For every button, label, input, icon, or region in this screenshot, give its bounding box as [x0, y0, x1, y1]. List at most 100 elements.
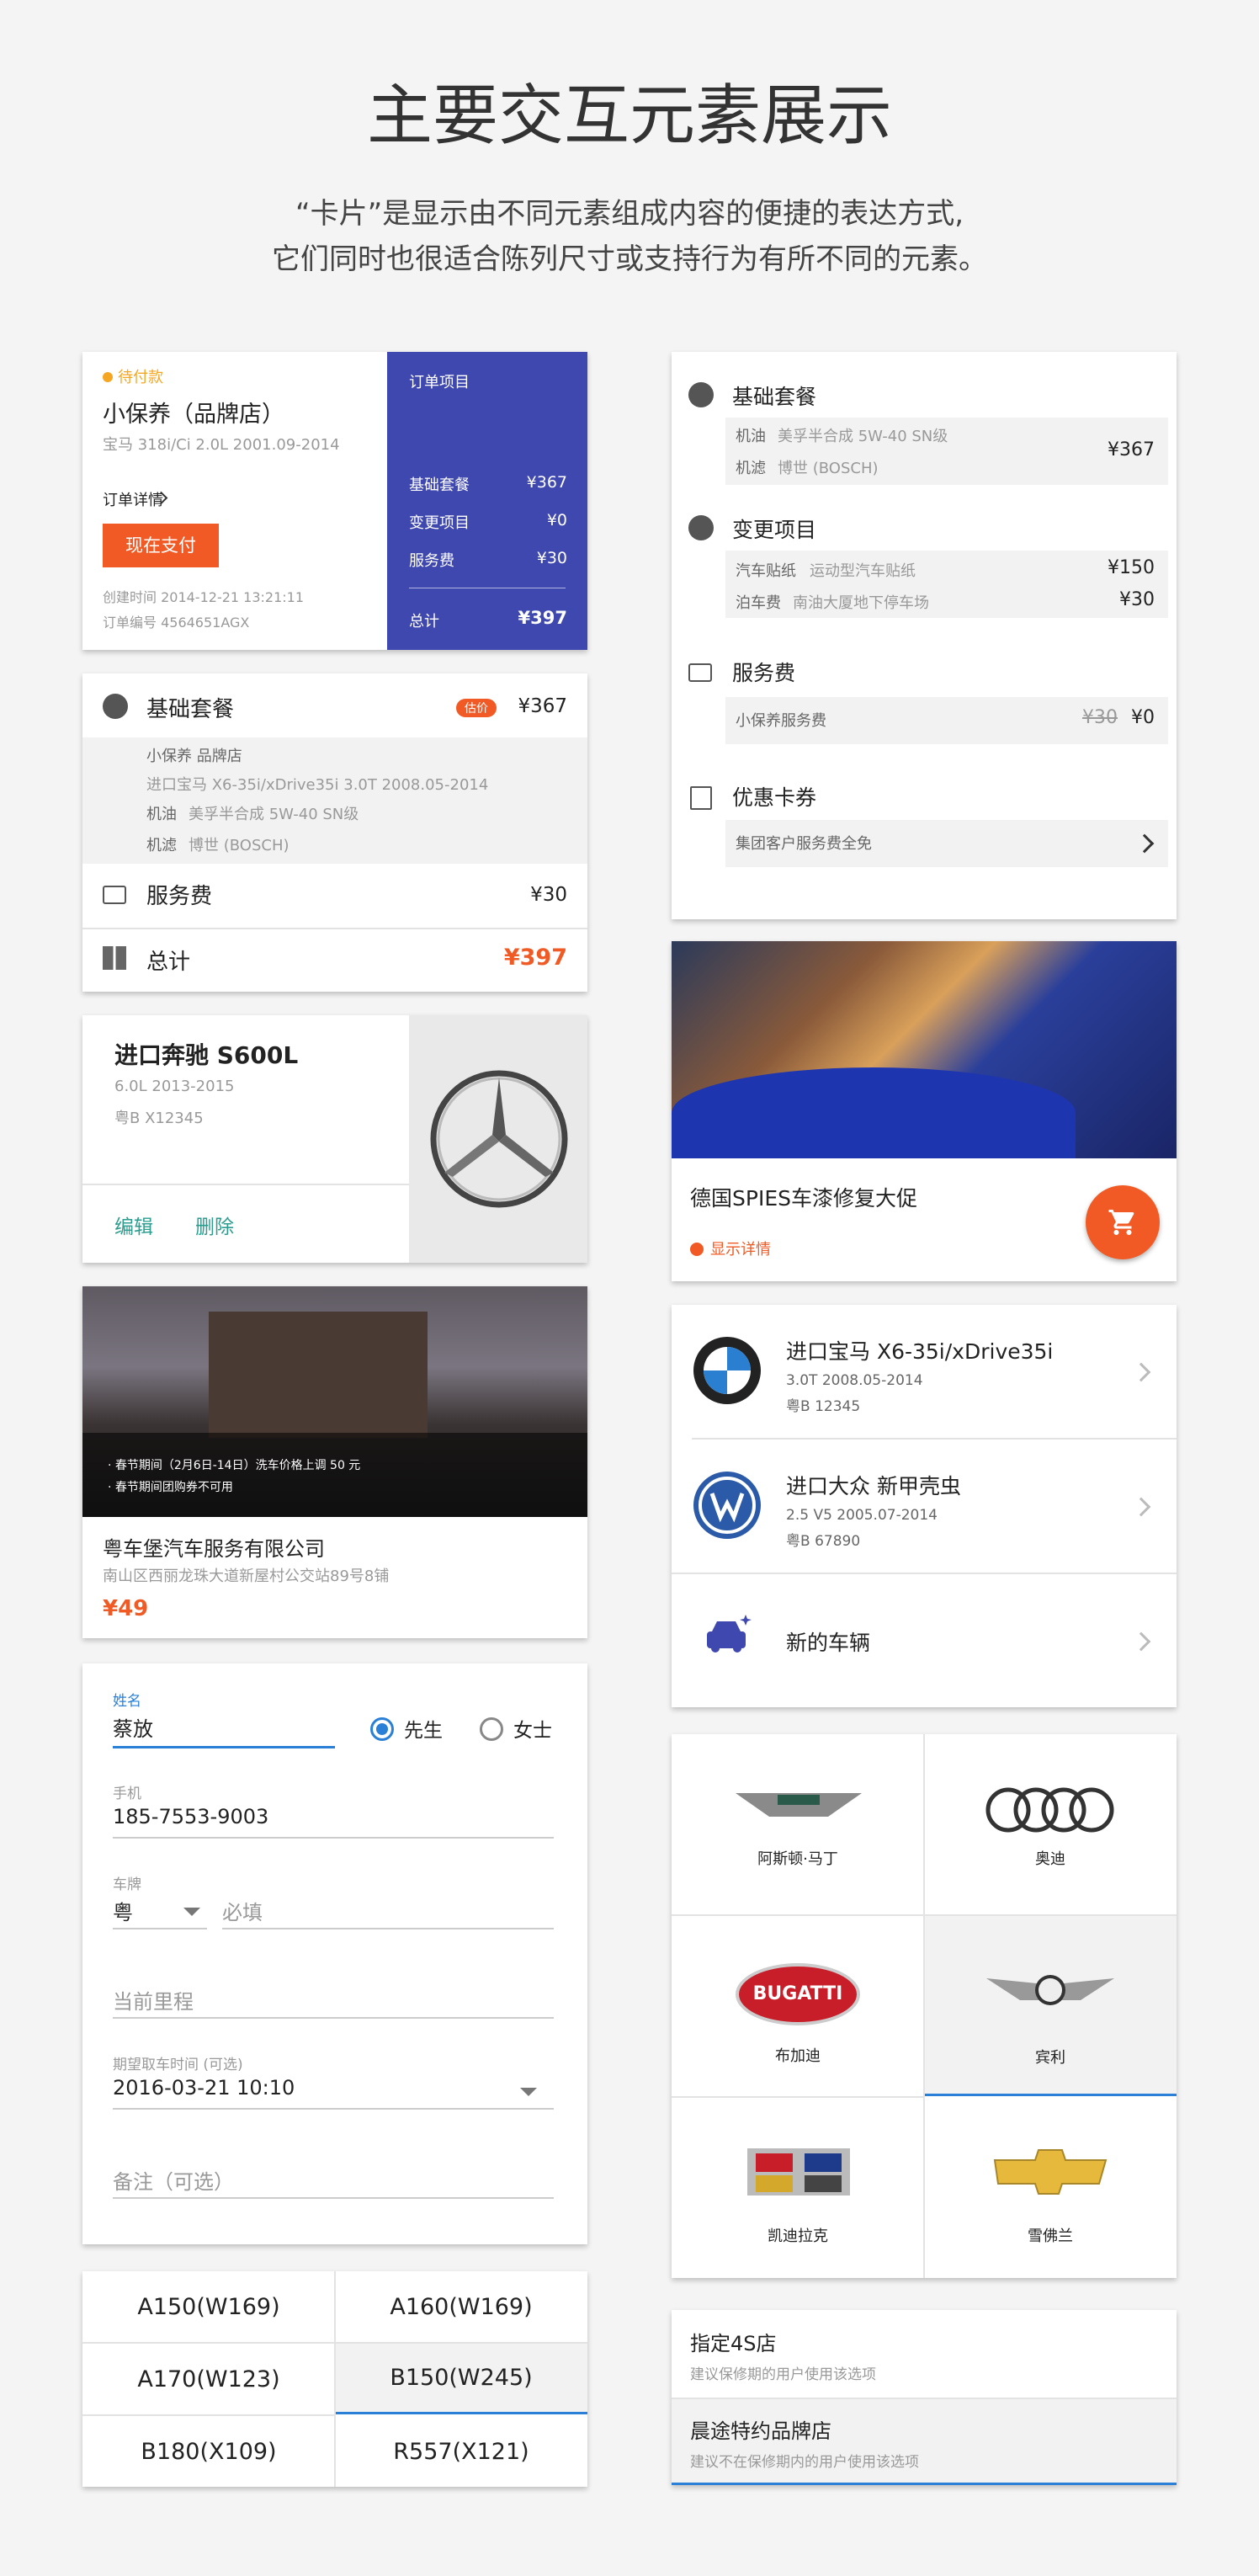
delete-button[interactable]: 删除 [195, 1211, 234, 1239]
brand-option[interactable]: 凯迪拉克 [672, 2098, 924, 2278]
model-option[interactable]: B180(X109) [82, 2416, 335, 2487]
chevron-right-icon [1131, 1631, 1151, 1652]
service-item-label: 小保养服务费 [736, 712, 826, 730]
coupon-row[interactable]: 集团客户服务费全免 [725, 820, 1168, 867]
bmw-logo-icon [693, 1337, 761, 1404]
cart-icon [1108, 1210, 1134, 1235]
shop-option-selected[interactable]: 晨途特约品牌店 建议不在保修期内的用户使用该选项 [672, 2399, 1177, 2485]
plate-label: 车牌 [113, 1876, 141, 1893]
brand-option-selected[interactable]: 宾利 [924, 1916, 1177, 2096]
mr-radio[interactable] [370, 1717, 394, 1741]
benz-plate: 粤B X12345 [114, 1110, 204, 1127]
ms-radio[interactable] [480, 1717, 503, 1741]
plate-underline [222, 1928, 554, 1929]
brand-option[interactable]: BUGATTI 布加迪 [672, 1916, 924, 2096]
name-underline [113, 1746, 335, 1748]
benz-spec: 6.0L 2013-2015 [114, 1078, 235, 1095]
brand-option[interactable]: 雪佛兰 [924, 2098, 1177, 2278]
benz-card: 进口奔驰 S600L 6.0L 2013-2015 粤B X12345 编辑 删… [82, 1015, 587, 1263]
order-number: 订单编号 4564651AGX [103, 615, 250, 631]
car-spec: 2.5 V5 2005.07-2014 [786, 1507, 938, 1524]
page-title: 主要交互元素展示 [366, 78, 892, 154]
shop-subtitle: 建议保修期的用户使用该选项 [690, 2366, 876, 2383]
note-input[interactable]: 备注（可选） [113, 2165, 234, 2195]
brand-option[interactable]: 奥迪 [924, 1734, 1177, 1914]
divider [82, 2342, 587, 2344]
oil-value: 美孚半合成 5W-40 SN级 [189, 806, 359, 823]
filter-label: 机滤 [736, 460, 766, 477]
brand-name: 凯迪拉克 [768, 2227, 828, 2245]
dropdown-arrow-icon [183, 1908, 200, 1916]
car-hood-shape [672, 1067, 1076, 1158]
order-total-label: 总计 [409, 613, 439, 631]
name-label: 姓名 [113, 1693, 141, 1710]
add-car-item[interactable]: 新的车辆 [672, 1574, 1177, 1707]
filter-label: 机滤 [146, 837, 177, 854]
oil-label: 机油 [736, 428, 766, 445]
edit-button[interactable]: 编辑 [114, 1211, 153, 1239]
plate-input[interactable]: 必填 [222, 1896, 263, 1925]
money-icon [103, 886, 126, 904]
car-plate: 粤B 67890 [786, 1533, 861, 1550]
time-underline [113, 2108, 554, 2110]
province-underline [113, 1928, 207, 1929]
model-option[interactable]: A150(W169) [82, 2271, 335, 2342]
cadillac-logo-icon [747, 2148, 850, 2195]
brand-name: 奥迪 [1035, 1850, 1065, 1868]
order-details-link[interactable]: 订单详情 [103, 488, 163, 510]
phone-input[interactable]: 185-7553-9003 [113, 1805, 268, 1828]
car-spec: 3.0T 2008.05-2014 [786, 1372, 923, 1389]
package-icon [688, 382, 714, 407]
shop-option[interactable]: 指定4S店 建议保修期的用户使用该选项 [672, 2310, 1177, 2398]
car-list-item[interactable]: 进口大众 新甲壳虫 2.5 V5 2005.07-2014 粤B 67890 [672, 1440, 1177, 1573]
summary-service-title: 服务费 [732, 661, 796, 685]
money-icon [688, 663, 712, 682]
summary-change-title: 变更项目 [732, 518, 817, 542]
shop-title: 指定4S店 [690, 2332, 777, 2355]
model-option[interactable]: A170(W123) [82, 2344, 335, 2414]
oil-label: 机油 [146, 806, 177, 823]
summary-coupon-title: 优惠卡券 [732, 785, 817, 810]
vw-logo-icon [693, 1472, 761, 1539]
car-list-item[interactable]: 进口宝马 X6-35i/xDrive35i 3.0T 2008.05-2014 … [672, 1305, 1177, 1438]
grid-icon [103, 946, 126, 970]
order-items-title: 订单项目 [409, 374, 470, 391]
province-select[interactable]: 粤 [113, 1896, 133, 1925]
coupon-icon [690, 786, 712, 810]
change-item-price: ¥150 [1108, 557, 1155, 578]
booking-form-card: 姓名 蔡放 先生 女士 手机 185-7553-9003 车牌 粤 必填 当前里… [82, 1663, 587, 2244]
divider [82, 1184, 409, 1185]
promo-photo [672, 941, 1177, 1158]
pay-now-button[interactable]: 现在支付 [103, 524, 219, 567]
total-value: ¥397 [503, 945, 567, 971]
building-shape [209, 1312, 428, 1438]
total-label: 总计 [146, 950, 191, 975]
order-item-value: ¥0 [546, 511, 567, 530]
brand-name: 阿斯顿·马丁 [757, 1850, 838, 1868]
name-input[interactable]: 蔡放 [113, 1712, 153, 1742]
estimate-badge: 估价 [456, 699, 497, 717]
model-option[interactable]: R557(X121) [335, 2416, 587, 2487]
time-select[interactable]: 2016-03-21 10:10 [113, 2076, 295, 2100]
service-old-price: ¥30 [1082, 707, 1118, 728]
model-option[interactable]: A160(W169) [335, 2271, 587, 2342]
promo-more-link[interactable]: 显示详情 [710, 1237, 771, 1259]
coupon-value: 集团客户服务费全免 [736, 835, 872, 853]
filter-value: 博世 (BOSCH) [778, 460, 879, 477]
bugatti-logo-icon: BUGATTI [736, 1963, 860, 2025]
brand-grid-card: 阿斯顿·马丁 奥迪 BUGATTI 布加迪 宾利 凯迪拉克 雪佛兰 [672, 1734, 1177, 2278]
basic-title: 基础套餐 [146, 697, 235, 722]
note-underline [113, 2197, 554, 2199]
oil-value: 美孚半合成 5W-40 SN级 [778, 428, 948, 445]
service-fee-label: 服务费 [146, 884, 213, 909]
chevron-right-icon [1134, 833, 1155, 854]
basic-package-card: 基础套餐 估价 ¥367 小保养 品牌店 进口宝马 X6-35i/xDrive3… [82, 673, 587, 992]
brand-option[interactable]: 阿斯顿·马丁 [672, 1734, 924, 1914]
shop-title: 晨途特约品牌店 [690, 2419, 831, 2443]
cart-button[interactable] [1086, 1185, 1160, 1259]
mr-label: 先生 [404, 1720, 443, 1742]
change-item-label: 泊车费 [736, 594, 781, 612]
model-option-selected[interactable]: B150(W245) [335, 2344, 587, 2414]
mileage-input[interactable]: 当前里程 [113, 1985, 194, 2014]
phone-label: 手机 [113, 1786, 141, 1802]
